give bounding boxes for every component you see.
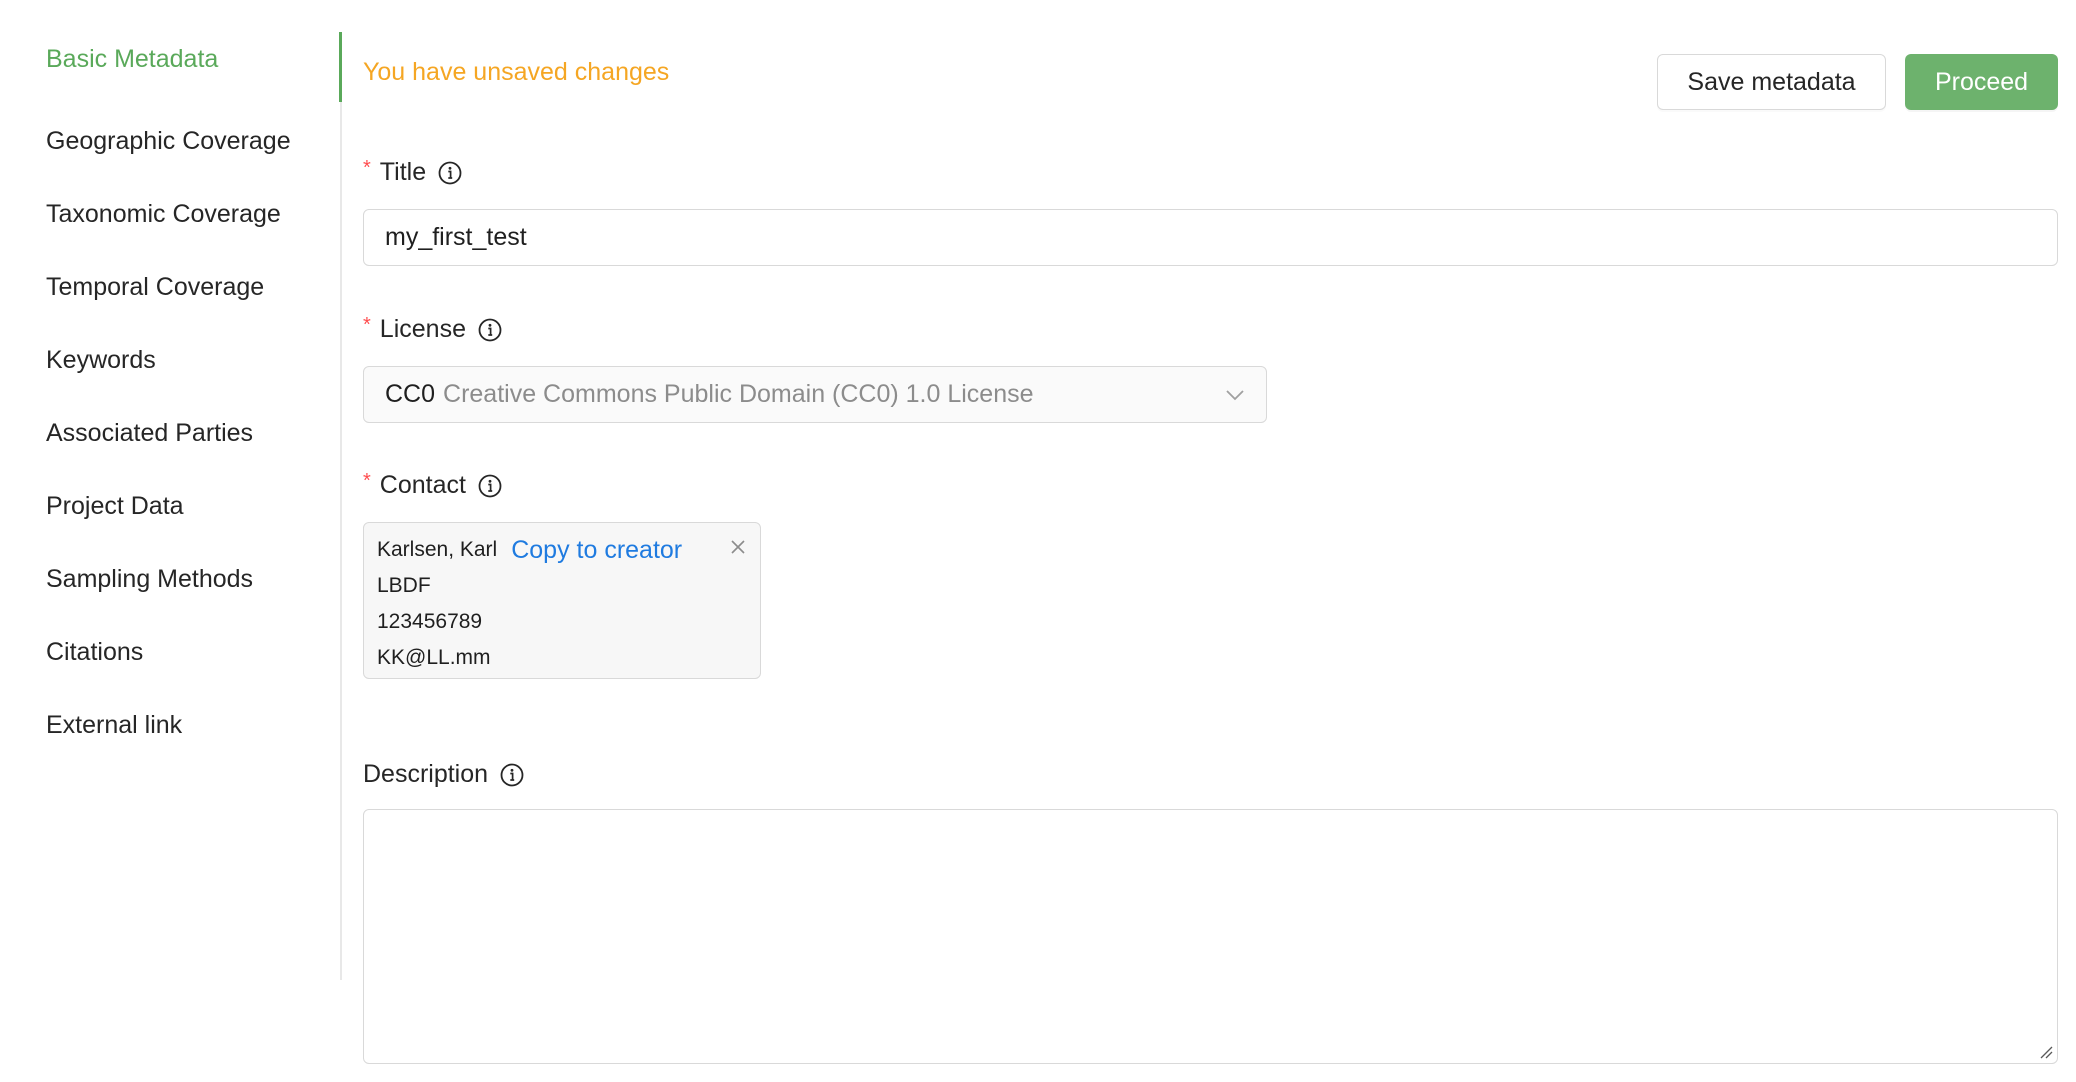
sidebar-item-taxonomic-coverage[interactable]: Taxonomic Coverage [0, 178, 340, 251]
info-icon[interactable] [478, 318, 502, 342]
sidebar-item-label: Taxonomic Coverage [46, 200, 281, 228]
sidebar-item-label: Geographic Coverage [46, 127, 291, 155]
sidebar-item-associated-parties[interactable]: Associated Parties [0, 397, 340, 470]
license-select[interactable]: CC0 Creative Commons Public Domain (CC0)… [363, 366, 1267, 423]
sidebar-item-external-link[interactable]: External link [0, 689, 340, 762]
description-textarea[interactable] [363, 809, 2058, 1064]
sidebar-item-temporal-coverage[interactable]: Temporal Coverage [0, 251, 340, 324]
info-icon[interactable] [478, 474, 502, 498]
contact-card: Karlsen, Karl Copy to creator LBDF 12345… [363, 522, 761, 679]
copy-to-creator-link[interactable]: Copy to creator [511, 536, 682, 565]
sidebar-item-label: Temporal Coverage [46, 273, 265, 301]
sidebar-item-basic-metadata[interactable]: Basic Metadata [0, 32, 342, 105]
info-icon[interactable] [438, 161, 462, 185]
contact-label-text: Contact [379, 471, 466, 499]
sidebar-item-label: Keywords [46, 346, 156, 374]
license-name: Creative Commons Public Domain (CC0) 1.0… [443, 380, 1034, 408]
proceed-button[interactable]: Proceed [1905, 54, 2058, 110]
title-field-label: * Title [363, 157, 462, 187]
close-icon[interactable] [730, 539, 746, 555]
sidebar-item-label: Project Data [46, 492, 184, 520]
contact-organization: LBDF [377, 574, 431, 597]
sidebar-item-sampling-methods[interactable]: Sampling Methods [0, 543, 340, 616]
sidebar-item-label: External link [46, 711, 183, 739]
section-sidebar: Basic Metadata Geographic Coverage Taxon… [0, 32, 342, 980]
contact-name: Karlsen, Karl [377, 538, 498, 561]
sidebar-item-project-data[interactable]: Project Data [0, 470, 340, 543]
sidebar-item-label: Citations [46, 638, 144, 666]
description-field-label: Description [363, 760, 524, 789]
sidebar-item-label: Sampling Methods [46, 565, 254, 593]
sidebar-item-geographic-coverage[interactable]: Geographic Coverage [0, 105, 340, 178]
sidebar-item-keywords[interactable]: Keywords [0, 324, 340, 397]
license-field-label: * License [363, 314, 502, 344]
resize-handle-icon[interactable] [2039, 1045, 2053, 1059]
title-label-text: Title [379, 158, 427, 186]
required-marker: * [363, 314, 371, 336]
license-label-text: License [379, 315, 466, 343]
contact-header-row: Karlsen, Karl Copy to creator [377, 532, 747, 568]
contact-field-label: * Contact [363, 470, 502, 500]
contact-email: KK@LL.mm [377, 646, 491, 669]
license-code: CC0 [385, 380, 436, 408]
save-metadata-button[interactable]: Save metadata [1657, 54, 1886, 110]
sidebar-item-label: Associated Parties [46, 419, 254, 447]
chevron-down-icon [1226, 390, 1244, 401]
metadata-editor-page: Basic Metadata Geographic Coverage Taxon… [0, 0, 2076, 1082]
description-label-text: Description [363, 760, 489, 788]
contact-phone: 123456789 [377, 610, 483, 633]
required-marker: * [363, 157, 371, 179]
sidebar-item-citations[interactable]: Citations [0, 616, 340, 689]
unsaved-changes-status: You have unsaved changes [363, 58, 670, 86]
required-marker: * [363, 470, 371, 492]
info-icon[interactable] [500, 763, 524, 787]
title-input[interactable]: my_first_test [363, 209, 2058, 266]
sidebar-item-label: Basic Metadata [46, 45, 219, 73]
